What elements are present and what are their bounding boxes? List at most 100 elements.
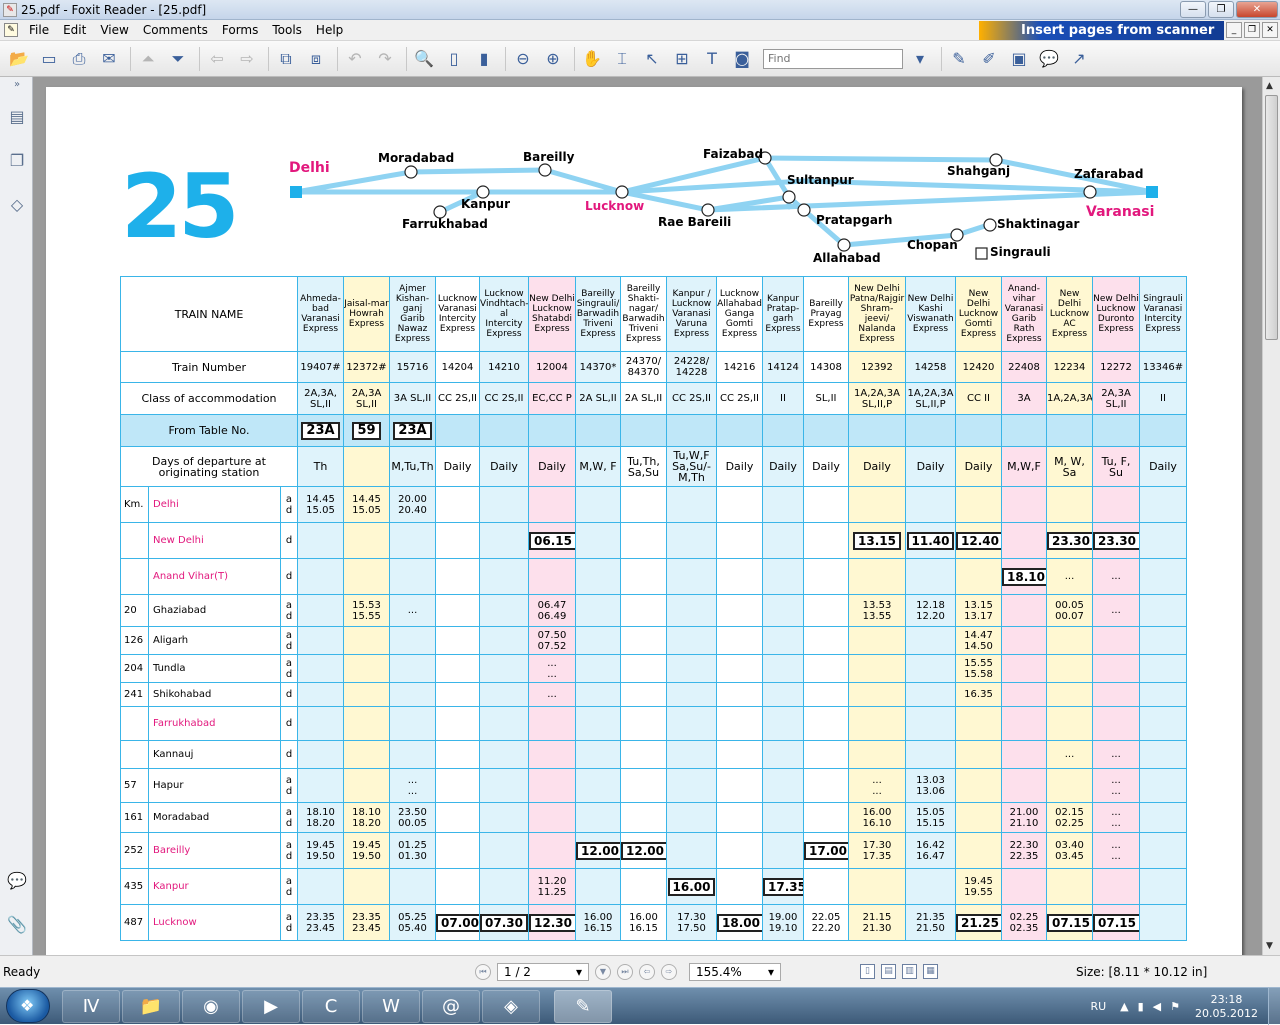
- scroll-up-icon[interactable]: ▲: [1266, 81, 1273, 91]
- taskbar-mail[interactable]: @: [422, 990, 480, 1023]
- open-icon[interactable]: 📂: [6, 46, 32, 72]
- typewriter-icon[interactable]: T: [699, 46, 725, 72]
- scrollbar-thumb[interactable]: [1265, 95, 1278, 340]
- pages-icon[interactable]: ❐: [7, 151, 27, 173]
- collapse-sidebar-icon[interactable]: »: [7, 79, 27, 101]
- comment-tool-icon[interactable]: ✎: [946, 46, 972, 72]
- time-cell: 23.30: [1092, 522, 1140, 559]
- document-view[interactable]: 25 Delhi Moradabad Bareilly Faizabad Sul…: [33, 77, 1262, 955]
- volume-icon[interactable]: ◀: [1153, 1000, 1161, 1013]
- save-icon[interactable]: ▭: [36, 46, 62, 72]
- previous-view-icon[interactable]: ⇦: [639, 964, 655, 980]
- page-dropdown-icon[interactable]: ▾: [576, 965, 582, 979]
- forward-icon[interactable]: ⇨: [234, 46, 260, 72]
- comments-panel-icon[interactable]: 💬: [7, 871, 27, 893]
- single-page-icon[interactable]: ▯: [860, 964, 875, 979]
- bookmarks-icon[interactable]: ▤: [7, 107, 27, 129]
- page-down-icon[interactable]: ⏷: [165, 46, 191, 72]
- page-up-icon[interactable]: ⏶: [135, 46, 161, 72]
- doc-minimize-button[interactable]: _: [1226, 22, 1242, 38]
- boxed-time: 18.10: [1002, 567, 1046, 586]
- menu-comments[interactable]: Comments: [136, 23, 215, 37]
- boxed-time: 07.00: [436, 913, 479, 932]
- flag-icon[interactable]: ⚑: [1170, 1000, 1180, 1013]
- time-departure: 01.30: [398, 850, 427, 862]
- station-row: 204 Tundla a d...... 15.55 15.58: [120, 654, 1187, 683]
- taskbar-word[interactable]: W: [362, 990, 420, 1023]
- zoom-out-icon[interactable]: ⊖: [510, 46, 536, 72]
- language-indicator[interactable]: RU: [1090, 1000, 1106, 1013]
- document-menu-icon[interactable]: ✎: [4, 23, 18, 37]
- fit-page-icon[interactable]: ▯: [441, 46, 467, 72]
- menu-tools[interactable]: Tools: [265, 23, 309, 37]
- page-number-field[interactable]: 1 / 2 ▾: [497, 963, 589, 981]
- find-input[interactable]: [763, 48, 903, 69]
- attachments-icon[interactable]: 📎: [7, 915, 27, 937]
- email-icon[interactable]: ✉: [96, 46, 122, 72]
- zoom-field[interactable]: 155.4% ▾: [689, 963, 781, 981]
- network-icon[interactable]: ▮: [1138, 1000, 1144, 1013]
- minimize-button[interactable]: —: [1180, 1, 1206, 18]
- continuous-facing-icon[interactable]: ▦: [923, 964, 938, 979]
- boxed-time: 12.40: [956, 531, 1001, 550]
- insert-page-icon[interactable]: ⧉: [273, 46, 299, 72]
- toolbar-divider: [406, 46, 407, 71]
- start-button[interactable]: ❖: [6, 989, 50, 1023]
- taskbar-media[interactable]: ▶: [242, 990, 300, 1023]
- note-icon[interactable]: ✐: [976, 46, 1002, 72]
- folder-icon: 📁: [139, 996, 163, 1017]
- class-cell: CC II: [955, 382, 1002, 415]
- menu-forms[interactable]: Forms: [215, 23, 265, 37]
- extract-page-icon[interactable]: ⧈: [303, 46, 329, 72]
- back-icon[interactable]: ⇦: [204, 46, 230, 72]
- continuous-icon[interactable]: ▤: [881, 964, 896, 979]
- facing-icon[interactable]: ▥: [902, 964, 917, 979]
- time-cell: [435, 626, 480, 655]
- status-ready: Ready: [3, 965, 41, 979]
- fit-width-icon[interactable]: ▮: [471, 46, 497, 72]
- menu-view[interactable]: View: [93, 23, 135, 37]
- hand-tool-icon[interactable]: ✋: [579, 46, 605, 72]
- menu-edit[interactable]: Edit: [56, 23, 93, 37]
- close-button[interactable]: ✕: [1236, 1, 1278, 18]
- doc-restore-button[interactable]: ❐: [1244, 22, 1260, 38]
- scroll-down-icon[interactable]: ▼: [1266, 941, 1273, 951]
- select-text-icon[interactable]: ⌶: [609, 46, 635, 72]
- taskbar-app-glass[interactable]: ◈: [482, 990, 540, 1023]
- layers-icon[interactable]: ◇: [7, 195, 27, 217]
- zoom-in-icon[interactable]: ⊕: [540, 46, 566, 72]
- time-cell: [479, 768, 529, 803]
- redo-icon[interactable]: ↷: [372, 46, 398, 72]
- first-page-icon[interactable]: ⏮: [475, 964, 491, 980]
- next-view-icon[interactable]: ⇨: [661, 964, 677, 980]
- print-icon[interactable]: ⎙: [66, 46, 92, 72]
- taskbar-chrome[interactable]: ◉: [182, 990, 240, 1023]
- taskbar-explorer[interactable]: 📁: [122, 990, 180, 1023]
- doc-close-button[interactable]: ✕: [1262, 22, 1278, 38]
- insert-pages-from-scanner-banner[interactable]: Insert pages from scanner: [979, 21, 1224, 40]
- arrow-icon[interactable]: ↗: [1066, 46, 1092, 72]
- taskbar-app-1[interactable]: Ⅳ: [62, 990, 120, 1023]
- vertical-scrollbar[interactable]: ▲ ▼: [1262, 77, 1280, 955]
- menu-help[interactable]: Help: [309, 23, 350, 37]
- textbox-icon[interactable]: ▣: [1006, 46, 1032, 72]
- next-page-icon[interactable]: ▼: [595, 964, 611, 980]
- zoom-dropdown-icon[interactable]: ▾: [768, 965, 774, 979]
- last-page-icon[interactable]: ⏭: [617, 964, 633, 980]
- binoculars-icon[interactable]: ⊞: [669, 46, 695, 72]
- pointer-icon[interactable]: ↖: [639, 46, 665, 72]
- taskbar-app-c[interactable]: C: [302, 990, 360, 1023]
- show-desktop-button[interactable]: [1268, 988, 1280, 1025]
- clock[interactable]: 23:18 20.05.2012: [1195, 993, 1258, 1021]
- undo-icon[interactable]: ↶: [342, 46, 368, 72]
- from-table-cell: [575, 414, 621, 447]
- tray-expand-icon[interactable]: ▲: [1120, 1000, 1128, 1013]
- restore-button[interactable]: ❐: [1208, 1, 1234, 18]
- callout-icon[interactable]: 💬: [1036, 46, 1062, 72]
- taskbar-foxit[interactable]: ✎: [554, 990, 612, 1023]
- menu-file[interactable]: File: [22, 23, 56, 37]
- zoom-icon[interactable]: 🔍: [411, 46, 437, 72]
- find-dropdown-icon[interactable]: ▾: [907, 46, 933, 72]
- time-arrival: ...: [547, 657, 557, 669]
- snapshot-icon[interactable]: ◙: [729, 46, 755, 72]
